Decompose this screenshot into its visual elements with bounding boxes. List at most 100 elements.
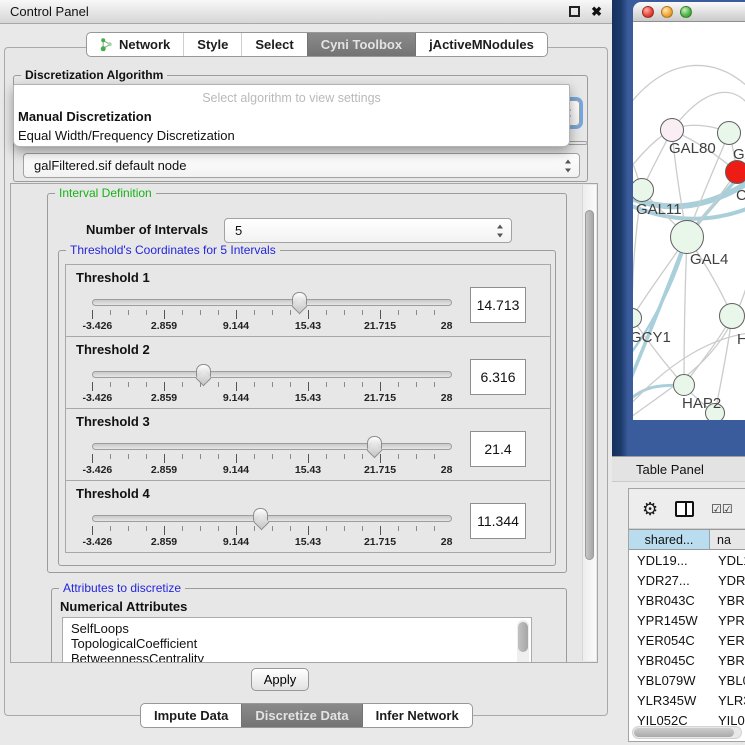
table-row[interactable]: YPR145W YPR1 [629, 611, 745, 631]
dropdown-option[interactable]: Manual Discretization [18, 107, 565, 126]
tab-label: Style [197, 37, 228, 52]
tab-style[interactable]: Style [183, 33, 241, 56]
network-node[interactable] [725, 160, 745, 184]
checkbox-checked-icon[interactable]: ☑ [722, 502, 732, 516]
cell-shared-name[interactable]: YDR27... [629, 571, 710, 591]
table-panel-title: Table Panel [612, 456, 745, 482]
tab-cyni-toolbox[interactable]: Cyni Toolbox [307, 33, 415, 56]
attribute-list-item[interactable]: SelfLoops [71, 621, 531, 636]
threshold-value-field[interactable] [470, 359, 526, 395]
slider-track[interactable] [92, 443, 452, 450]
cell-shared-name[interactable]: YDL19... [629, 551, 710, 571]
cell-shared-name[interactable]: YBR043C [629, 591, 710, 611]
tab-network[interactable]: Network [87, 33, 183, 56]
tab-jactivemnodules[interactable]: jActiveMNodules [415, 33, 547, 56]
threshold-slider-1[interactable]: -3.4262.8599.14415.4321.71528 [92, 291, 452, 335]
network-canvas[interactable]: GAL80GACGAL11GAL4GCY1HHAP2 [633, 22, 745, 420]
cell-shared-name[interactable]: YBR045C [629, 651, 710, 671]
tab-infer-network[interactable]: Infer Network [362, 704, 472, 727]
cell-name[interactable]: YDR2 [710, 571, 745, 591]
cell-shared-name[interactable]: YPR145W [629, 611, 710, 631]
slider-track[interactable] [92, 371, 452, 378]
cell-name[interactable]: YLR3 [710, 691, 745, 711]
list-scrollbar[interactable] [517, 620, 529, 663]
table-row[interactable]: YLR345W YLR3 [629, 691, 745, 711]
slider-handle[interactable] [292, 292, 307, 305]
table-row[interactable]: YER054C YER0 [629, 631, 745, 651]
table-row[interactable]: YBL079W YBL0 [629, 671, 745, 691]
table-header: shared... na [629, 529, 745, 550]
threshold-slider-3[interactable]: -3.4262.8599.14415.4321.71528 [92, 435, 452, 479]
dropdown-option[interactable]: Equal Width/Frequency Discretization [18, 126, 565, 145]
column-header-name[interactable]: na [710, 530, 745, 549]
cell-shared-name[interactable]: YLR345W [629, 691, 710, 711]
tick-label: -3.426 [83, 320, 113, 332]
threshold-slider-4[interactable]: -3.4262.8599.14415.4321.71528 [92, 507, 452, 551]
threshold-slider-2[interactable]: -3.4262.8599.14415.4321.71528 [92, 363, 452, 407]
cell-name[interactable]: YBR0 [710, 591, 745, 611]
apply-button[interactable]: Apply [251, 668, 309, 691]
cell-name[interactable]: YER0 [710, 631, 745, 651]
cell-name[interactable]: YBL0 [710, 671, 745, 691]
columns-icon[interactable] [675, 501, 694, 517]
table-rows: YDL19... YDL1 YDR27... YDR2 YBR043C YBR0… [629, 551, 745, 728]
list-scrollbar-thumb[interactable] [518, 622, 528, 652]
number-of-intervals-combobox[interactable]: 5 [224, 218, 512, 243]
threshold-value-field[interactable] [470, 287, 526, 323]
window-close-icon[interactable] [642, 6, 654, 18]
slider-major-ticks [92, 454, 452, 463]
attribute-list-item[interactable]: BetweennessCentrality [71, 651, 531, 663]
network-window-titlebar[interactable] [633, 2, 745, 22]
slider-handle[interactable] [196, 364, 211, 377]
slider-tick-labels: -3.4262.8599.14415.4321.71528 [92, 464, 452, 477]
threshold-value-field[interactable] [470, 431, 526, 467]
close-icon[interactable]: ✖ [591, 6, 602, 17]
gear-icon[interactable]: ⚙ [642, 500, 658, 518]
network-node[interactable] [670, 220, 704, 254]
tick-label: 15.43 [295, 320, 321, 332]
cell-name[interactable]: YDL1 [710, 551, 745, 571]
tab-impute-data[interactable]: Impute Data [141, 704, 241, 727]
cell-shared-name[interactable]: YBL079W [629, 671, 710, 691]
slider-track[interactable] [92, 299, 452, 306]
threshold-value-field[interactable] [470, 503, 526, 539]
group-title: Interval Definition [55, 186, 156, 201]
slider-handle[interactable] [253, 508, 268, 521]
table-row[interactable]: YDR27... YDR2 [629, 571, 745, 591]
slider-track[interactable] [92, 515, 452, 522]
algorithm-dropdown-popup: Select algorithm to view settings Manual… [13, 84, 570, 147]
table-horizontal-scrollbar-thumb[interactable] [634, 728, 734, 737]
slider-tick-labels: -3.4262.8599.14415.4321.71528 [92, 536, 452, 549]
viewport-scrollbar[interactable] [582, 185, 596, 661]
cell-shared-name[interactable]: YER054C [629, 631, 710, 651]
network-node[interactable] [719, 303, 745, 329]
column-header-shared-name[interactable]: shared... [629, 530, 710, 549]
tab-discretize-data[interactable]: Discretize Data [241, 704, 361, 727]
table-row[interactable]: YDL19... YDL1 [629, 551, 745, 571]
table-row[interactable]: YBR045C YBR0 [629, 651, 745, 671]
tick-label: 15.43 [295, 536, 321, 548]
slider-handle[interactable] [367, 436, 382, 449]
network-node[interactable] [717, 121, 741, 145]
window-zoom-icon[interactable] [680, 6, 692, 18]
window-minimize-icon[interactable] [661, 6, 673, 18]
checkbox-icons[interactable]: ☑ ☑ [711, 502, 732, 516]
tab-select[interactable]: Select [241, 33, 306, 56]
viewport-scrollbar-thumb[interactable] [585, 210, 594, 560]
panel-title: Control Panel [10, 4, 89, 19]
float-window-icon[interactable] [569, 6, 580, 17]
tick-label: 28 [441, 392, 453, 404]
table-row[interactable]: YBR043C YBR0 [629, 591, 745, 611]
tick-label: 28 [441, 464, 453, 476]
numerical-attributes-list[interactable]: SelfLoopsTopologicalCoefficientBetweenne… [62, 617, 532, 663]
spinner-arrows-icon [565, 159, 572, 172]
network-node[interactable] [660, 118, 684, 142]
table-horizontal-scrollbar[interactable] [632, 726, 742, 739]
table-data-combobox[interactable]: galFiltered.sif default node [23, 153, 580, 178]
checkbox-checked-icon[interactable]: ☑ [711, 502, 721, 516]
attribute-list-item[interactable]: TopologicalCoefficient [71, 636, 531, 651]
cell-name[interactable]: YBR0 [710, 651, 745, 671]
network-node[interactable] [673, 374, 695, 396]
cell-name[interactable]: YPR1 [710, 611, 745, 631]
node-label: GAL4 [690, 251, 728, 268]
